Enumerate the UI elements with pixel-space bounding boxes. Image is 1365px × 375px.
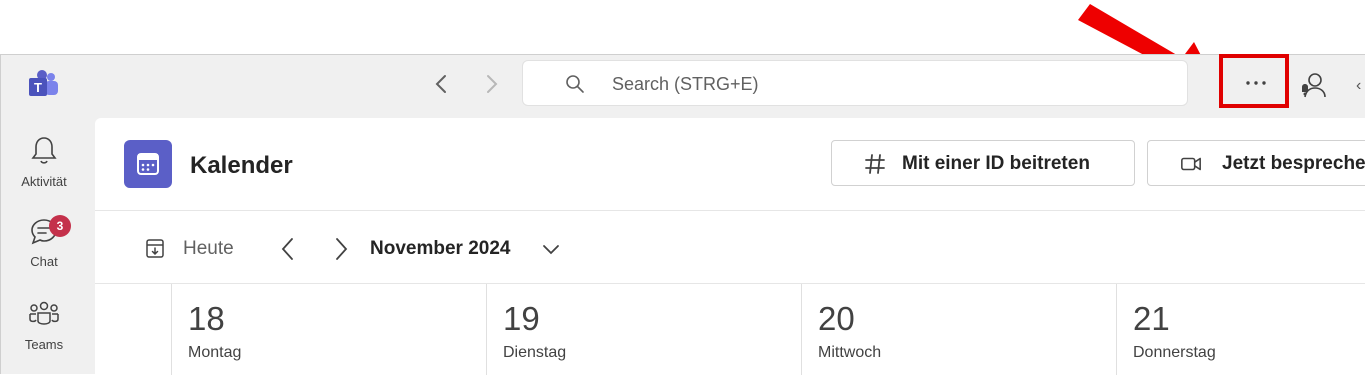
next-week-icon[interactable] (331, 236, 351, 262)
teams-icon (29, 301, 59, 325)
day-number: 19 (503, 300, 540, 337)
search-input[interactable]: Search (STRG+E) (522, 60, 1188, 106)
back-arrow-icon[interactable] (429, 71, 455, 97)
profile-status-icon[interactable] (1296, 69, 1330, 103)
join-with-id-button[interactable]: Mit einer ID beitreten (831, 140, 1135, 186)
month-selector[interactable]: November 2024 (370, 238, 510, 260)
rail-label-chat: Chat (30, 254, 58, 269)
meet-now-label: Jetzt bespreche (1222, 153, 1365, 174)
meet-now-button[interactable]: Jetzt bespreche (1147, 140, 1365, 186)
day-column-tuesday[interactable]: 19 Dienstag (486, 284, 802, 375)
previous-week-icon[interactable] (278, 236, 298, 262)
teams-window: T Search (STRG+E) ‹ Aktivität 3 Chat Tea… (0, 54, 1365, 375)
hash-icon (865, 154, 885, 174)
header-divider (95, 210, 1365, 211)
today-calendar-icon (146, 239, 164, 258)
rail-label-activity: Aktivität (21, 174, 67, 189)
rail-item-activity[interactable]: Aktivität (1, 135, 87, 189)
forward-arrow-icon[interactable] (478, 71, 504, 97)
today-button[interactable]: Heute (183, 238, 234, 260)
rail-item-chat[interactable]: 3 Chat (1, 215, 87, 269)
video-camera-icon (1181, 157, 1201, 171)
app-bar: Aktivität 3 Chat Teams (1, 117, 95, 375)
day-name: Mittwoch (818, 344, 882, 361)
svg-text:T: T (34, 80, 42, 95)
search-placeholder: Search (STRG+E) (612, 74, 759, 94)
chat-unread-badge: 3 (49, 215, 71, 237)
calendar-app-icon (124, 140, 172, 188)
chevron-down-icon[interactable] (541, 242, 561, 258)
day-column-monday[interactable]: 18 Montag (171, 284, 487, 375)
day-name: Donnerstag (1133, 344, 1216, 361)
title-bar: T Search (STRG+E) ‹ (1, 55, 1365, 117)
rail-item-teams[interactable]: Teams (1, 300, 87, 352)
day-name: Montag (188, 344, 242, 361)
bell-icon (31, 137, 57, 164)
teams-logo-icon: T (29, 70, 58, 96)
day-name: Dienstag (503, 344, 567, 361)
rail-label-teams: Teams (24, 337, 64, 352)
day-column-wednesday[interactable]: 20 Mittwoch (801, 284, 1117, 375)
page-title: Kalender (190, 152, 293, 179)
search-icon (566, 75, 584, 93)
day-number: 21 (1133, 300, 1170, 337)
day-number: 18 (188, 300, 225, 337)
day-column-thursday[interactable]: 21 Donnerstag (1116, 284, 1365, 375)
day-number: 20 (818, 300, 855, 337)
settings-edge-icon[interactable]: ‹ (1356, 77, 1361, 95)
highlight-box (1219, 54, 1289, 108)
calendar-pane: Kalender Mit einer ID beitreten Jetzt be… (95, 118, 1365, 375)
join-with-id-label: Mit einer ID beitreten (902, 153, 1090, 174)
